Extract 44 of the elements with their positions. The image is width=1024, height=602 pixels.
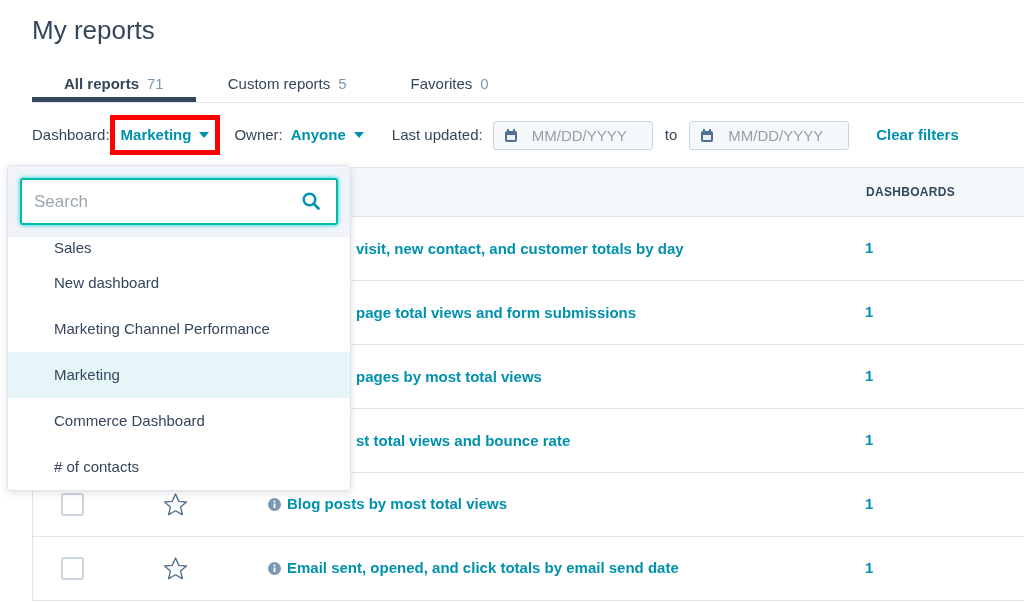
row-checkbox[interactable] [61,557,84,580]
dashboard-count[interactable]: 1 [865,365,874,388]
caret-icon [199,132,210,138]
last-updated-label: Last updated: [391,124,483,145]
dropdown-item[interactable]: Sales [8,237,350,260]
dashboard-label: Dashboard: [32,124,110,145]
dashboard-count[interactable]: 1 [865,493,874,516]
tab[interactable]: All reports 71 [32,72,196,102]
page-title: My reports [32,14,156,46]
dashboard-count[interactable]: 1 [865,237,874,260]
dashboard-count[interactable]: 1 [865,301,874,324]
row-checkbox[interactable] [61,493,84,516]
calendar-icon [504,128,517,142]
report-link[interactable]: visit, new contact, and customer totals by day [356,239,684,257]
report-link[interactable]: Blog posts by most total views [287,493,508,516]
to-label: to [664,124,678,145]
tab[interactable]: Favorites 0 [378,72,521,102]
report-link[interactable]: pages by most total views [356,367,542,385]
end-date-field[interactable]: MM/DD/YYYY [689,120,850,150]
dropdown-item[interactable]: Marketing Channel Performance [8,306,350,352]
star-icon[interactable] [163,492,188,517]
dropdown-item[interactable]: Commerce Dashboard [8,398,350,444]
info-icon [268,562,281,575]
star-icon[interactable] [163,556,188,581]
clear-filters-link[interactable]: Clear filters [876,123,959,147]
report-link[interactable]: page total views and form submissions [356,303,637,321]
caret-icon [353,132,364,138]
dropdown-item[interactable]: New dashboard [8,260,350,306]
owner-dropdown[interactable]: Anyone [290,123,364,147]
info-icon [268,498,281,511]
dashboard-count[interactable]: 1 [865,557,874,580]
start-date-field[interactable]: MM/DD/YYYY [492,120,653,150]
dropdown-item[interactable]: # of contacts [8,444,350,490]
column-header: DASHBOARDS [866,184,955,201]
owner-label: Owner: [234,124,283,145]
dashboard-count[interactable]: 1 [865,429,874,452]
report-link[interactable]: st total views and bounce rate [356,431,571,449]
tab[interactable]: Custom reports 5 [195,72,379,102]
calendar-icon [701,128,714,142]
dashboard-dropdown[interactable]: Marketing [109,115,221,155]
dropdown-item[interactable]: Marketing [8,352,350,398]
search-field[interactable]: Search [20,178,338,225]
search-icon [302,192,320,210]
report-link[interactable]: Email sent, opened, and click totals by email send date [287,557,679,580]
